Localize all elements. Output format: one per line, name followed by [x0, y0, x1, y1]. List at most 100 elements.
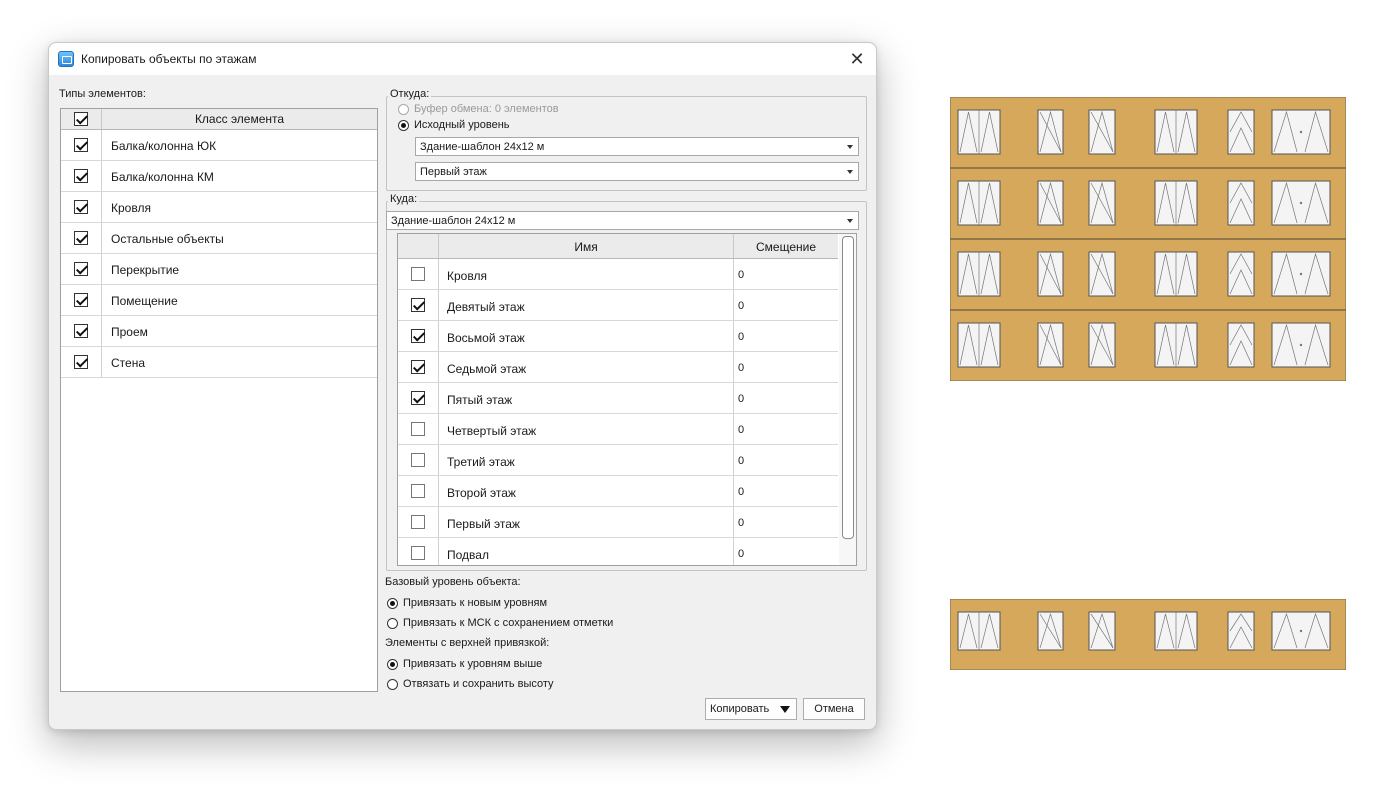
types-row[interactable]: Остальные объекты: [61, 223, 377, 254]
level-name: Четвертый этаж: [447, 424, 537, 438]
type-checkbox[interactable]: [74, 324, 88, 338]
level-checkbox[interactable]: [411, 298, 425, 312]
level-offset-cell[interactable]: 0: [734, 414, 838, 444]
msk-label: Привязать к МСК с сохранением отметки: [403, 617, 614, 629]
dialog-title: Копировать объекты по этажам: [81, 52, 257, 66]
clipboard-radio[interactable]: [398, 104, 409, 115]
level-checkbox[interactable]: [411, 422, 425, 436]
dropdown-arrow-icon[interactable]: [780, 706, 790, 713]
level-offset-cell[interactable]: 0: [734, 352, 838, 382]
level-name: Кровля: [447, 269, 487, 283]
type-label: Проем: [111, 325, 148, 339]
types-row[interactable]: Кровля: [61, 192, 377, 223]
level-offset: 0: [738, 548, 745, 560]
level-offset-cell[interactable]: 0: [734, 538, 838, 565]
level-offset-cell[interactable]: 0: [734, 445, 838, 475]
copy-by-floors-dialog: Копировать объекты по этажам ✕ Типы элем…: [48, 42, 877, 730]
levels-table-header: Имя Смещение: [398, 234, 838, 259]
level-checkbox[interactable]: [411, 453, 425, 467]
level-offset: 0: [738, 424, 745, 436]
level-row[interactable]: Кровля 0: [398, 259, 838, 290]
level-offset-cell[interactable]: 0: [734, 259, 838, 289]
level-checkbox[interactable]: [411, 360, 425, 374]
scrollbar-thumb[interactable]: [842, 236, 854, 539]
type-checkbox[interactable]: [74, 293, 88, 307]
source-level-radio[interactable]: [398, 120, 409, 131]
level-checkbox[interactable]: [411, 267, 425, 281]
target-building-select[interactable]: Здание-шаблон 24х12 м: [386, 211, 859, 230]
level-checkbox[interactable]: [411, 546, 425, 560]
level-offset-cell[interactable]: 0: [734, 321, 838, 351]
level-row[interactable]: Первый этаж 0: [398, 507, 838, 538]
level-offset-cell[interactable]: 0: [734, 507, 838, 537]
type-checkbox[interactable]: [74, 262, 88, 276]
level-offset-cell[interactable]: 0: [734, 383, 838, 413]
copy-button[interactable]: Копировать: [705, 698, 797, 720]
types-row[interactable]: Проем: [61, 316, 377, 347]
level-row[interactable]: Четвертый этаж 0: [398, 414, 838, 445]
level-row[interactable]: Третий этаж 0: [398, 445, 838, 476]
level-name: Подвал: [447, 548, 489, 562]
types-row[interactable]: Балка/колонна КМ: [61, 161, 377, 192]
level-offset: 0: [738, 269, 745, 281]
types-row[interactable]: Балка/колонна ЮК: [61, 130, 377, 161]
type-label: Остальные объекты: [111, 232, 224, 246]
chevron-down-icon: [847, 170, 853, 174]
level-row[interactable]: Подвал 0: [398, 538, 838, 565]
cancel-button[interactable]: Отмена: [803, 698, 865, 720]
bind-above-label: Привязать к уровням выше: [403, 658, 543, 670]
type-checkbox[interactable]: [74, 355, 88, 369]
type-label: Перекрытие: [111, 263, 180, 277]
bind-above-radio[interactable]: [387, 659, 398, 670]
to-group-title: Куда:: [388, 193, 420, 205]
level-name: Девятый этаж: [447, 300, 525, 314]
type-checkbox[interactable]: [74, 200, 88, 214]
level-checkbox[interactable]: [411, 484, 425, 498]
type-label: Балка/колонна КМ: [111, 170, 214, 184]
types-row[interactable]: Перекрытие: [61, 254, 377, 285]
level-offset-cell[interactable]: 0: [734, 476, 838, 506]
facade-elevation-single: [950, 599, 1346, 670]
clipboard-label: Буфер обмена: 0 элементов: [414, 103, 559, 115]
types-label: Типы элементов:: [59, 88, 146, 100]
source-level-label: Исходный уровень: [414, 119, 510, 131]
title-bar[interactable]: Копировать объекты по этажам ✕: [49, 43, 876, 75]
type-checkbox[interactable]: [74, 138, 88, 152]
types-row[interactable]: Стена: [61, 347, 377, 378]
types-table: Класс элемента Балка/колонна ЮК Балка/кол…: [60, 108, 378, 692]
level-row[interactable]: Пятый этаж 0: [398, 383, 838, 414]
new-levels-radio[interactable]: [387, 598, 398, 609]
types-row[interactable]: Помещение: [61, 285, 377, 316]
top-binding-label: Элементы с верхней привязкой:: [385, 637, 550, 649]
level-row[interactable]: Седьмой этаж 0: [398, 352, 838, 383]
close-icon[interactable]: ✕: [846, 48, 868, 70]
level-name: Восьмой этаж: [447, 331, 525, 345]
detach-radio[interactable]: [387, 679, 398, 690]
level-row[interactable]: Второй этаж 0: [398, 476, 838, 507]
from-group-title: Откуда:: [388, 88, 432, 100]
levels-scrollbar[interactable]: [839, 234, 856, 565]
level-name: Седьмой этаж: [447, 362, 527, 376]
chevron-down-icon: [847, 219, 853, 223]
level-checkbox[interactable]: [411, 515, 425, 529]
type-label: Стена: [111, 356, 146, 370]
chevron-down-icon: [847, 145, 853, 149]
level-checkbox[interactable]: [411, 329, 425, 343]
level-offset: 0: [738, 455, 745, 467]
level-offset: 0: [738, 486, 745, 498]
select-all-checkbox[interactable]: [74, 112, 88, 126]
level-row[interactable]: Девятый этаж 0: [398, 290, 838, 321]
column-header-offset: Смещение: [755, 240, 816, 254]
level-offset-cell[interactable]: 0: [734, 290, 838, 320]
level-row[interactable]: Восьмой этаж 0: [398, 321, 838, 352]
source-building-select[interactable]: Здание-шаблон 24х12 м: [415, 137, 859, 156]
msk-radio[interactable]: [387, 618, 398, 629]
level-checkbox[interactable]: [411, 391, 425, 405]
level-name: Первый этаж: [447, 517, 520, 531]
level-offset: 0: [738, 393, 745, 405]
type-checkbox[interactable]: [74, 231, 88, 245]
source-floor-select[interactable]: Первый этаж: [415, 162, 859, 181]
type-checkbox[interactable]: [74, 169, 88, 183]
type-label: Кровля: [111, 201, 151, 215]
new-levels-label: Привязать к новым уровням: [403, 597, 548, 609]
